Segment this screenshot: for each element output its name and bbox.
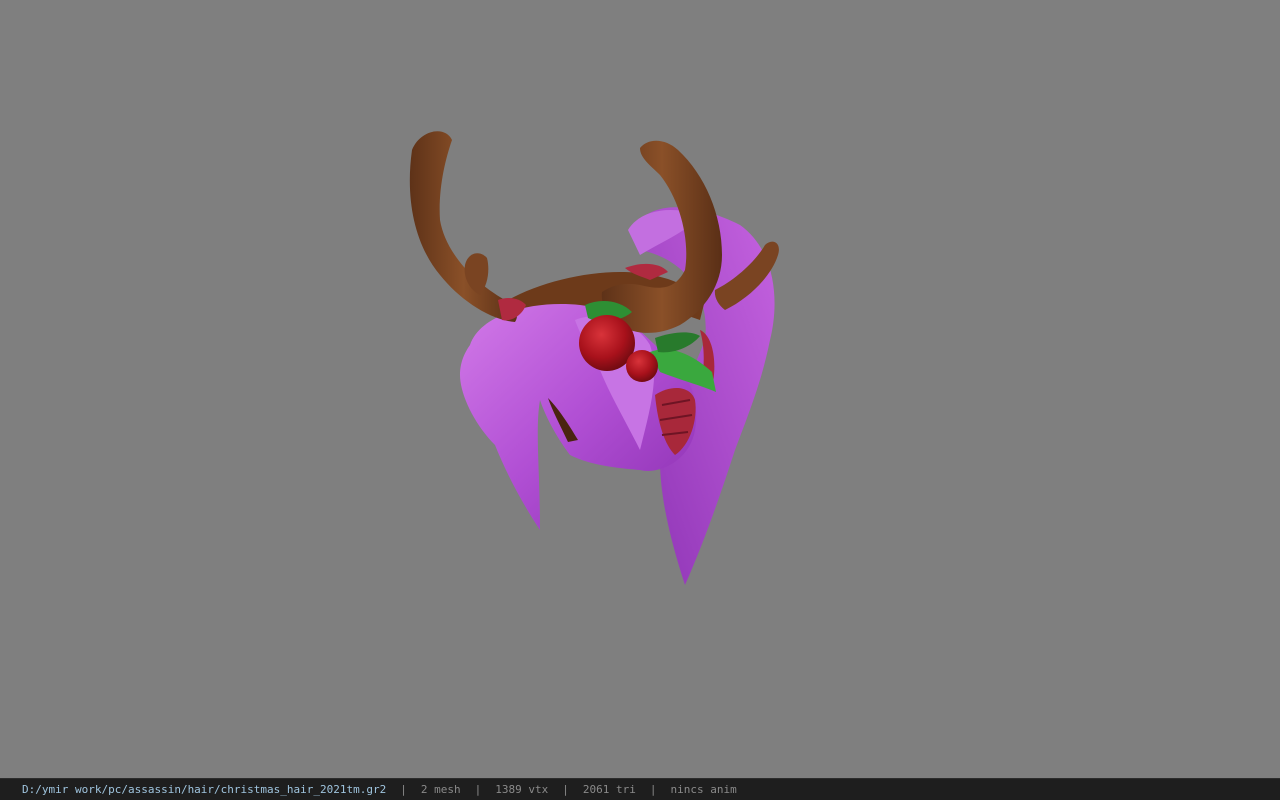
holly-leaf-3 — [655, 332, 700, 353]
vertex-count: 1389 vtx — [495, 783, 549, 796]
3d-viewport[interactable] — [0, 0, 1280, 778]
separator: | — [649, 783, 657, 796]
berry-small — [626, 350, 658, 382]
separator: | — [562, 783, 569, 796]
animation-status: nincs anim — [670, 783, 737, 796]
file-path: D:/ymir work/pc/assassin/hair/christmas_… — [22, 783, 387, 796]
triangle-count: 2061 tri — [582, 783, 636, 796]
separator: | — [474, 783, 482, 796]
status-bar: D:/ymir work/pc/assassin/hair/christmas_… — [0, 778, 1280, 800]
separator: | — [400, 783, 407, 796]
mesh-count: 2 mesh — [420, 783, 461, 796]
hair-model-render — [409, 131, 779, 585]
antler-left — [409, 131, 517, 322]
